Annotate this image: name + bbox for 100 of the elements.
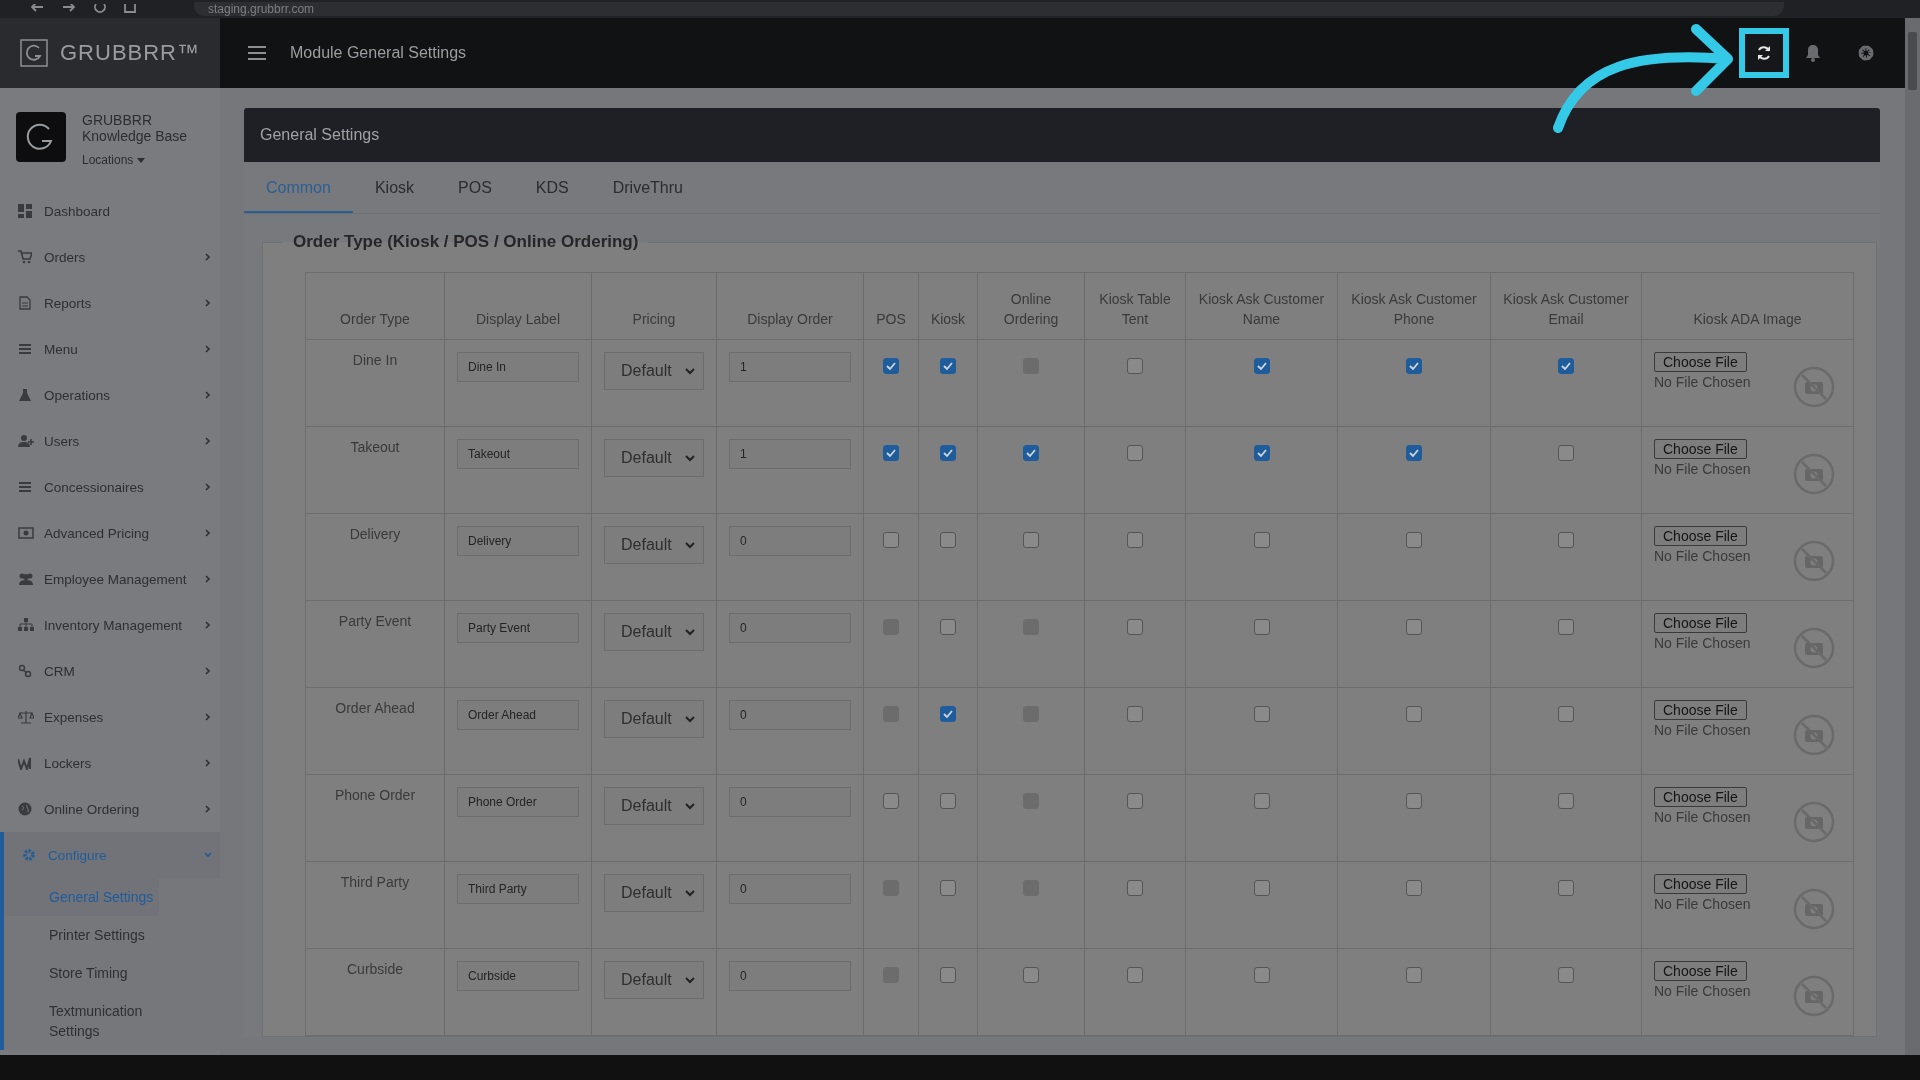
sidebar-item[interactable]: Expenses bbox=[0, 694, 220, 740]
choose-file-button[interactable]: Choose File bbox=[1654, 613, 1747, 633]
checkbox[interactable] bbox=[1253, 880, 1270, 896]
checkbox[interactable] bbox=[1127, 880, 1143, 896]
display-label-field[interactable]: Third Party bbox=[457, 874, 579, 904]
checkbox[interactable] bbox=[940, 358, 956, 374]
choose-file-button[interactable]: Choose File bbox=[1654, 526, 1747, 546]
display-label-field[interactable]: Order Ahead bbox=[457, 700, 579, 730]
reload-icon[interactable] bbox=[94, 4, 106, 14]
checkbox[interactable] bbox=[1127, 532, 1143, 548]
checkbox[interactable] bbox=[1253, 967, 1270, 983]
checkbox[interactable] bbox=[883, 358, 899, 374]
checkbox[interactable] bbox=[1558, 793, 1574, 809]
display-label-field[interactable]: Curbside bbox=[457, 961, 579, 991]
checkbox[interactable] bbox=[1253, 358, 1270, 374]
pricing-dropdown[interactable]: Default bbox=[604, 700, 704, 738]
display-order-field[interactable]: 1 bbox=[729, 439, 851, 469]
sidebar-item[interactable]: Online Ordering bbox=[0, 786, 220, 832]
checkbox[interactable] bbox=[1558, 358, 1574, 374]
checkbox[interactable] bbox=[883, 445, 899, 461]
choose-file-button[interactable]: Choose File bbox=[1654, 874, 1747, 894]
display-label-field[interactable]: Party Event bbox=[457, 613, 579, 643]
checkbox[interactable] bbox=[1023, 532, 1039, 548]
sidebar-item[interactable]: Inventory Management bbox=[0, 602, 220, 648]
checkbox[interactable] bbox=[1406, 532, 1422, 548]
checkbox[interactable] bbox=[1127, 967, 1143, 983]
checkbox[interactable] bbox=[1406, 880, 1422, 896]
display-order-field[interactable]: 0 bbox=[729, 874, 851, 904]
home-icon[interactable] bbox=[124, 4, 136, 14]
display-order-field[interactable]: 0 bbox=[729, 787, 851, 817]
sidebar-item[interactable]: CRM bbox=[0, 648, 220, 694]
checkbox[interactable] bbox=[1558, 880, 1574, 896]
display-order-field[interactable]: 0 bbox=[729, 526, 851, 556]
sidebar-item[interactable]: Orders bbox=[0, 234, 220, 280]
checkbox[interactable] bbox=[1023, 445, 1039, 461]
checkbox[interactable] bbox=[883, 532, 899, 548]
checkbox[interactable] bbox=[1253, 532, 1270, 548]
checkbox[interactable] bbox=[940, 793, 956, 809]
choose-file-button[interactable]: Choose File bbox=[1654, 439, 1747, 459]
checkbox[interactable] bbox=[1406, 967, 1422, 983]
sidebar-item[interactable]: Operations bbox=[0, 372, 220, 418]
sidebar-item[interactable]: Advanced Pricing bbox=[0, 510, 220, 556]
tab[interactable]: DriveThru bbox=[590, 162, 705, 213]
sidebar-item[interactable]: Concessionaires bbox=[0, 464, 220, 510]
checkbox[interactable] bbox=[1127, 358, 1143, 374]
display-label-field[interactable]: Dine In bbox=[457, 352, 579, 382]
choose-file-button[interactable]: Choose File bbox=[1654, 961, 1747, 981]
sidebar-item[interactable]: Reports bbox=[0, 280, 220, 326]
choose-file-button[interactable]: Choose File bbox=[1654, 352, 1747, 372]
display-order-field[interactable]: 1 bbox=[729, 352, 851, 382]
forward-icon[interactable] bbox=[62, 4, 76, 14]
checkbox[interactable] bbox=[1127, 706, 1143, 722]
choose-file-button[interactable]: Choose File bbox=[1654, 787, 1747, 807]
refresh-button[interactable] bbox=[1739, 28, 1789, 78]
pricing-dropdown[interactable]: Default bbox=[604, 352, 704, 390]
pricing-dropdown[interactable]: Default bbox=[604, 439, 704, 477]
tab[interactable]: KDS bbox=[513, 162, 591, 213]
pricing-dropdown[interactable]: Default bbox=[604, 787, 704, 825]
choose-file-button[interactable]: Choose File bbox=[1654, 700, 1747, 720]
checkbox[interactable] bbox=[883, 793, 899, 809]
checkbox[interactable] bbox=[1558, 619, 1574, 635]
tab[interactable]: Kiosk bbox=[352, 162, 437, 213]
back-icon[interactable] bbox=[30, 4, 44, 14]
checkbox[interactable] bbox=[1127, 445, 1143, 461]
scrollbar[interactable] bbox=[1905, 18, 1920, 1055]
checkbox[interactable] bbox=[1253, 706, 1270, 722]
checkbox[interactable] bbox=[1406, 706, 1422, 722]
menu-icon[interactable] bbox=[248, 46, 266, 60]
checkbox[interactable] bbox=[940, 619, 956, 635]
checkbox[interactable] bbox=[1406, 619, 1422, 635]
checkbox[interactable] bbox=[1406, 445, 1422, 461]
display-order-field[interactable]: 0 bbox=[729, 700, 851, 730]
checkbox[interactable] bbox=[1558, 532, 1574, 548]
locations-dropdown[interactable]: Locations bbox=[82, 152, 188, 168]
checkbox[interactable] bbox=[940, 967, 956, 983]
checkbox[interactable] bbox=[1253, 445, 1270, 461]
checkbox[interactable] bbox=[1253, 619, 1270, 635]
sidebar-item[interactable]: Lockers bbox=[0, 740, 220, 786]
checkbox[interactable] bbox=[1023, 967, 1039, 983]
checkbox[interactable] bbox=[940, 445, 956, 461]
display-label-field[interactable]: Delivery bbox=[457, 526, 579, 556]
checkbox[interactable] bbox=[1558, 967, 1574, 983]
checkbox[interactable] bbox=[1406, 358, 1422, 374]
submenu-item[interactable]: Store Timing bbox=[4, 954, 159, 992]
display-label-field[interactable]: Takeout bbox=[457, 439, 579, 469]
sidebar-item[interactable]: Dashboard bbox=[0, 188, 220, 234]
checkbox[interactable] bbox=[1253, 793, 1270, 809]
tab[interactable]: POS bbox=[436, 162, 514, 213]
checkbox[interactable] bbox=[1558, 445, 1574, 461]
checkbox[interactable] bbox=[940, 706, 956, 722]
pricing-dropdown[interactable]: Default bbox=[604, 526, 704, 564]
pricing-dropdown[interactable]: Default bbox=[604, 961, 704, 999]
sidebar-item[interactable]: Employee Management bbox=[0, 556, 220, 602]
pricing-dropdown[interactable]: Default bbox=[604, 874, 704, 912]
checkbox[interactable] bbox=[1558, 706, 1574, 722]
checkbox[interactable] bbox=[1127, 619, 1143, 635]
sidebar-item[interactable]: Users bbox=[0, 418, 220, 464]
address-bar[interactable]: staging.grubbrr.com bbox=[194, 2, 1784, 16]
display-label-field[interactable]: Phone Order bbox=[457, 787, 579, 817]
checkbox[interactable] bbox=[940, 532, 956, 548]
